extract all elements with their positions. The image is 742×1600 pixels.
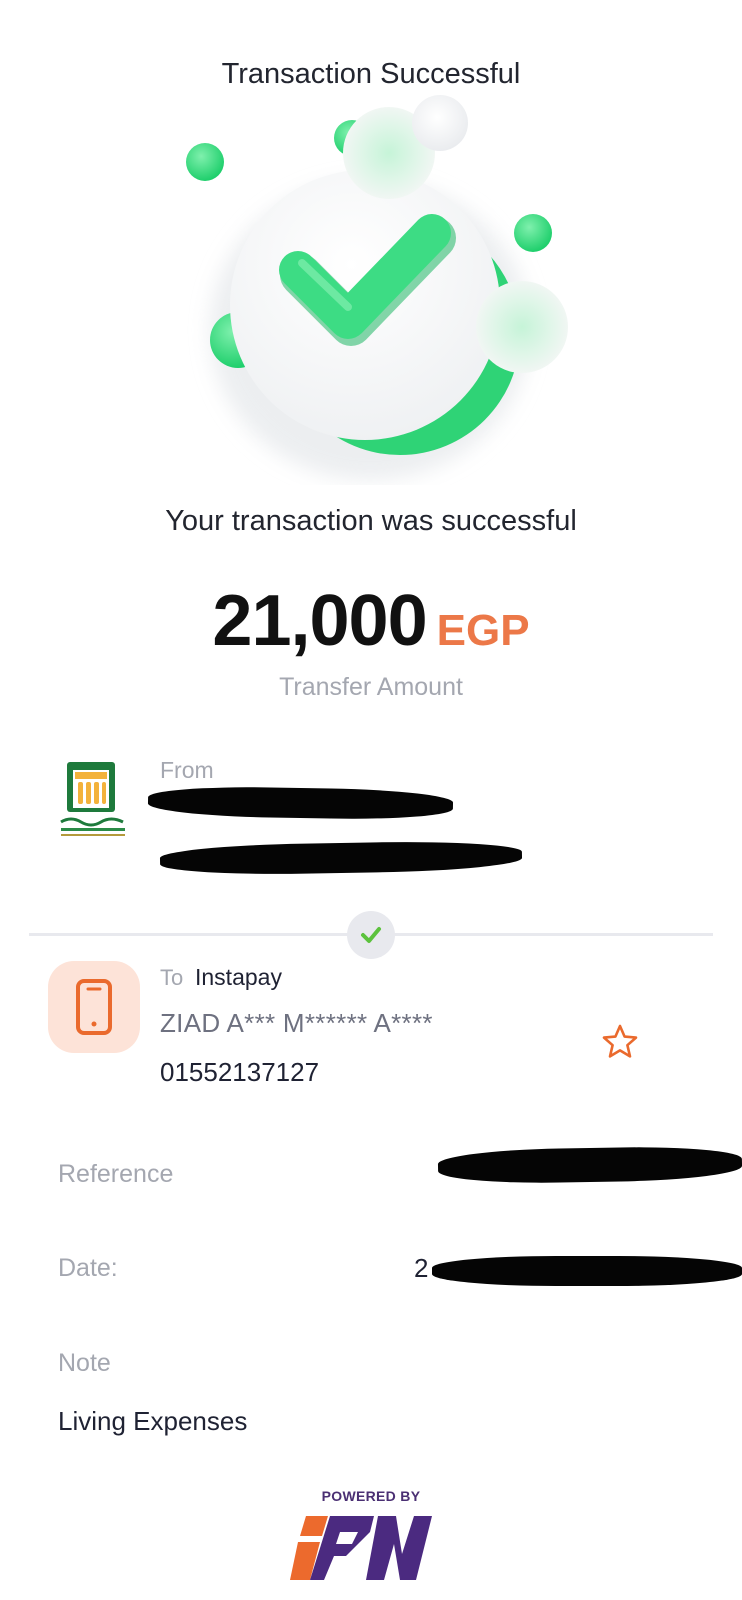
ipn-logo — [290, 1516, 432, 1580]
note-label: Note — [58, 1349, 111, 1377]
amount-currency: EGP — [436, 606, 530, 655]
redacted-reference — [437, 1145, 742, 1185]
transfer-amount: 21,000 EGP — [0, 580, 742, 662]
date-value-partial: 2 — [414, 1253, 429, 1283]
transfer-check-icon — [347, 911, 395, 959]
recipient-phone: 01552137127 — [160, 1057, 320, 1087]
reference-label: Reference — [58, 1160, 174, 1188]
favorite-star-icon[interactable] — [598, 1020, 642, 1064]
national-bank-of-egypt-logo — [60, 762, 125, 836]
to-provider: Instapay — [195, 964, 282, 990]
redacted-date — [432, 1256, 742, 1286]
smartphone-icon — [48, 961, 140, 1053]
page-title: Transaction Successful — [221, 58, 521, 90]
from-label: From — [160, 757, 214, 783]
redacted-account-name — [147, 785, 454, 821]
recipient-name: ZIAD A*** M****** A**** — [160, 1008, 433, 1038]
success-checkmark-illustration — [186, 95, 568, 480]
amount-label: Transfer Amount — [279, 673, 463, 701]
to-label: To — [160, 965, 184, 990]
redacted-account-number — [159, 839, 523, 877]
powered-by-label: POWERED BY — [321, 1488, 421, 1504]
note-value: Living Expenses — [58, 1406, 248, 1436]
amount-value: 21,000 — [212, 581, 427, 661]
date-label: Date: — [58, 1254, 118, 1282]
success-message: Your transaction was successful — [165, 505, 577, 537]
